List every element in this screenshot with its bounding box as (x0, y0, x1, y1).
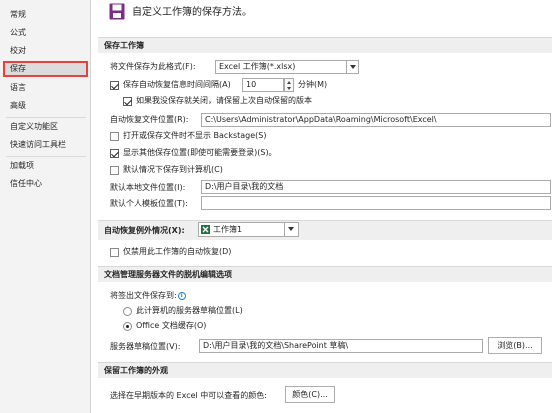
options-main-panel: 自定义工作簿的保存方法。 保存工作簿 将文件保存为此格式(F): Excel 工… (92, 0, 554, 413)
show-other-locations-label: 显示其他保存位置(即使可能需要登录)(S)。 (123, 148, 277, 157)
sidebar-item-customize-ribbon[interactable]: 自定义功能区 (3, 119, 88, 135)
default-template-location-label: 默认个人模板位置(T): (110, 199, 188, 208)
minutes-label: 分钟(M) (298, 80, 328, 89)
sidebar-item-save[interactable]: 保存 (3, 61, 88, 77)
radio-server-drafts-label: 此计算机的服务器草稿位置(L) (136, 306, 243, 315)
excel-workbook-icon (201, 225, 210, 234)
server-drafts-location-input[interactable]: D:\用户目录\我的文档\SharePoint 草稿\ (199, 339, 483, 353)
save-to-computer-label: 默认情况下保存到计算机(C) (123, 165, 223, 174)
chevron-down-icon[interactable] (284, 223, 298, 236)
section-preserve-appearance: 保留工作簿的外观 (98, 362, 552, 378)
autorecover-exceptions-label: 自动恢复例外情况(X): (104, 226, 185, 235)
save-checked-out-text: 将签出文件保存到: (110, 291, 177, 300)
sidebar-divider (6, 117, 86, 118)
sidebar-item-language[interactable]: 语言 (3, 80, 88, 96)
disable-autorecover-checkbox[interactable] (110, 248, 119, 257)
options-sidebar: 常规 公式 校对 保存 语言 高级 自定义功能区 快速访问工具栏 加载项 信任中… (0, 0, 91, 413)
radio-office-cache-label: Office 文档缓存(O) (136, 321, 207, 330)
section-save-workbooks: 保存工作簿 (98, 37, 552, 53)
colors-button[interactable]: 颜色(C)... (285, 386, 335, 403)
keep-last-version-checkbox[interactable] (123, 97, 132, 106)
radio-office-cache[interactable] (123, 322, 132, 331)
spin-up-icon[interactable] (287, 81, 291, 84)
colors-label: 选择在早期版本的 Excel 中可以查看的颜色: (110, 391, 267, 400)
autorecover-checkbox[interactable] (110, 81, 119, 90)
sidebar-item-add-ins[interactable]: 加载项 (3, 158, 88, 174)
default-local-location-input[interactable]: D:\用户目录\我的文档 (201, 180, 551, 194)
autorecover-location-input[interactable]: C:\Users\Administrator\AppData\Roaming\M… (201, 113, 551, 127)
autorecover-workbook-select[interactable]: 工作簿1 (198, 222, 299, 237)
save-checked-out-label: 将签出文件保存到: i (110, 290, 186, 302)
spin-down-icon[interactable] (287, 87, 291, 90)
autorecover-location-label: 自动恢复文件位置(R): (110, 115, 189, 124)
show-other-locations-checkbox[interactable] (110, 149, 119, 158)
sidebar-divider (6, 156, 86, 157)
sidebar-item-advanced[interactable]: 高级 (3, 98, 88, 114)
sidebar-item-proofing[interactable]: 校对 (3, 43, 88, 59)
server-drafts-location-label: 服务器草稿位置(V): (110, 342, 181, 351)
save-format-value: Excel 工作簿(*.xlsx) (219, 62, 296, 71)
chevron-down-icon[interactable] (346, 61, 358, 73)
disable-autorecover-label: 仅禁用此工作簿的自动恢复(D) (123, 247, 232, 256)
section-autorecover-exceptions: 自动恢复例外情况(X): (98, 220, 552, 240)
autorecover-label: 保存自动恢复信息时间间隔(A) (123, 80, 231, 89)
format-label: 将文件保存为此格式(F): (110, 62, 196, 71)
save-to-computer-checkbox[interactable] (110, 166, 119, 175)
section-offline-editing: 文档管理服务器文件的脱机编辑选项 (98, 266, 552, 282)
autorecover-workbook-value: 工作簿1 (213, 225, 243, 234)
sidebar-item-trust-center[interactable]: 信任中心 (3, 176, 88, 192)
no-backstage-label: 打开或保存文件时不显示 Backstage(S) (123, 131, 267, 140)
keep-last-version-label: 如果我没保存就关闭，请保留上次自动保留的版本 (136, 96, 312, 105)
save-format-select[interactable]: Excel 工作簿(*.xlsx) (215, 60, 359, 74)
autorecover-minutes-input[interactable]: 10 (242, 78, 284, 92)
sidebar-item-general[interactable]: 常规 (3, 7, 88, 23)
default-template-location-input[interactable] (201, 196, 551, 210)
radio-server-drafts[interactable] (123, 307, 132, 316)
browse-button[interactable]: 浏览(B)... (488, 337, 542, 354)
default-local-location-label: 默认本地文件位置(I): (110, 183, 186, 192)
page-title: 自定义工作簿的保存方法。 (132, 7, 252, 18)
autorecover-minutes-stepper[interactable] (284, 78, 294, 92)
info-icon: i (177, 291, 186, 300)
sidebar-item-formulas[interactable]: 公式 (3, 25, 88, 41)
no-backstage-checkbox[interactable] (110, 132, 119, 141)
save-icon (109, 3, 125, 20)
sidebar-item-quick-access-toolbar[interactable]: 快速访问工具栏 (3, 137, 88, 153)
